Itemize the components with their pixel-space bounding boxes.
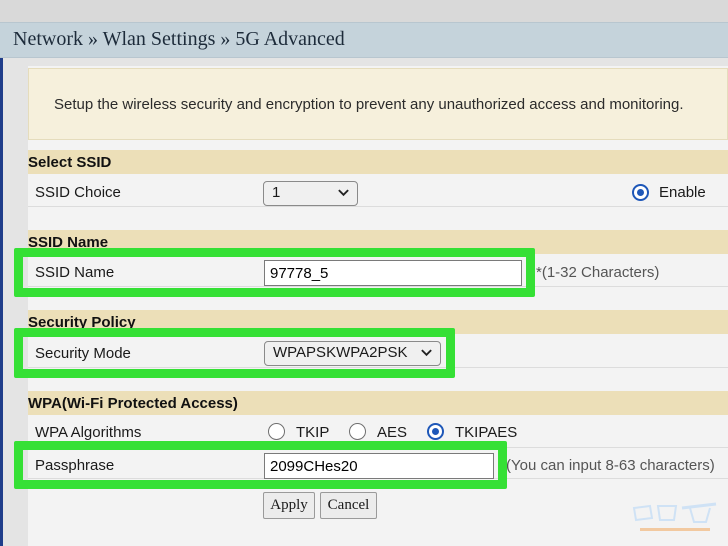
ssid-name-hint: *(1-32 Characters): [536, 264, 660, 281]
row-ssid-choice: [28, 177, 728, 207]
passphrase-highlight: [14, 441, 507, 489]
top-strip: [0, 0, 728, 22]
chevron-down-icon: [338, 189, 349, 197]
apply-button[interactable]: Apply: [263, 492, 315, 519]
enable-radio[interactable]: [632, 184, 649, 201]
section-title-wpa: WPA(Wi-Fi Protected Access): [28, 395, 238, 412]
watermark-logo-icon: [632, 502, 717, 531]
aes-label: AES: [377, 424, 408, 441]
security-mode-highlight: [14, 328, 455, 378]
breadcrumb: Network » Wlan Settings » 5G Advanced: [13, 28, 345, 50]
ssid-choice-value: 1: [272, 184, 281, 201]
tkip-label: TKIP: [296, 424, 330, 441]
section-select-ssid: [28, 150, 728, 174]
aes-radio[interactable]: [349, 423, 366, 440]
cancel-button[interactable]: Cancel: [320, 492, 377, 519]
intro-text: Setup the wireless security and encrypti…: [54, 96, 684, 113]
ssid-choice-select[interactable]: 1: [263, 181, 358, 206]
enable-label: Enable: [659, 184, 706, 201]
left-accent-bar: [0, 58, 3, 546]
tkipaes-label: TKIPAES: [455, 424, 518, 441]
section-title-select-ssid: Select SSID: [28, 154, 112, 171]
wpa-algorithms-label: WPA Algorithms: [35, 424, 142, 441]
ssid-choice-label: SSID Choice: [35, 184, 121, 201]
passphrase-hint: (You can input 8-63 characters): [506, 457, 715, 474]
tkipaes-radio[interactable]: [427, 423, 444, 440]
ssid-name-highlight: [14, 248, 535, 297]
tkip-radio[interactable]: [268, 423, 285, 440]
